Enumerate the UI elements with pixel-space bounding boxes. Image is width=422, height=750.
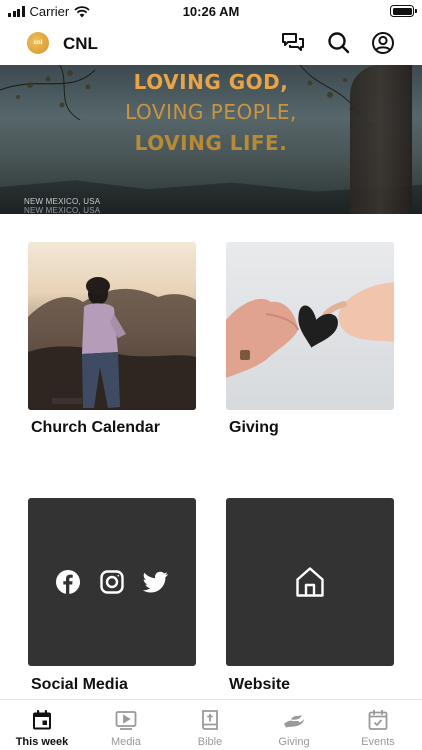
logo-text: cnl (33, 40, 43, 46)
tab-bible[interactable]: Bible (168, 700, 252, 750)
tab-giving[interactable]: Giving (252, 700, 336, 750)
tab-giving-label: Giving (278, 736, 310, 748)
giving-icon (284, 715, 304, 728)
facebook-icon[interactable] (55, 569, 81, 595)
hero-banner[interactable]: LOVING GOD, LOVING PEOPLE, LOVING LIFE. … (0, 65, 422, 214)
website-tile[interactable] (226, 498, 394, 666)
chat-icon[interactable] (280, 30, 306, 56)
twitter-icon[interactable] (143, 571, 169, 593)
battery-icon (390, 5, 417, 17)
tab-events[interactable]: Events (336, 700, 420, 750)
social-media-tile[interactable] (28, 498, 196, 666)
banner-line-1: LOVING GOD, (133, 70, 289, 94)
search-icon[interactable] (326, 30, 352, 56)
church-logo[interactable]: cnl (27, 32, 49, 54)
church-calendar-label[interactable]: Church Calendar (31, 419, 160, 437)
bottom-tab-bar: This week Media Bible Giving Events (0, 699, 422, 750)
app-title: CNL (63, 34, 98, 53)
banner-line-2: LOVING PEOPLE, (125, 100, 297, 124)
app-header: cnl CNL (0, 24, 422, 65)
hands-giving-heart-photo (226, 282, 394, 378)
giving-tile[interactable] (226, 242, 394, 410)
event-check-icon (368, 710, 388, 730)
instagram-icon[interactable] (99, 569, 125, 595)
tab-this-week[interactable]: This week (0, 700, 84, 750)
profile-icon[interactable] (370, 30, 396, 56)
church-calendar-tile[interactable] (28, 242, 196, 410)
banner-line-3: LOVING LIFE. (134, 131, 288, 155)
tab-bible-label: Bible (197, 736, 223, 748)
banner-caption: NEW MEXICO, USA (24, 197, 101, 206)
woman-on-hill-photo (28, 277, 196, 410)
giving-label[interactable]: Giving (229, 419, 279, 437)
website-label[interactable]: Website (229, 676, 290, 694)
tab-this-week-label: This week (15, 736, 69, 748)
tab-media-label: Media (111, 736, 141, 748)
status-bar: Carrier 10:26 AM (0, 0, 422, 24)
banner-caption-echo: NEW MEXICO, USA (24, 206, 101, 214)
calendar-icon (33, 710, 51, 730)
home-icon[interactable] (295, 566, 325, 598)
social-media-label[interactable]: Social Media (31, 676, 128, 694)
bible-icon (202, 710, 218, 730)
tab-media[interactable]: Media (84, 700, 168, 750)
play-icon (115, 711, 137, 730)
status-time: 10:26 AM (182, 4, 240, 19)
tab-events-label: Events (361, 736, 395, 748)
